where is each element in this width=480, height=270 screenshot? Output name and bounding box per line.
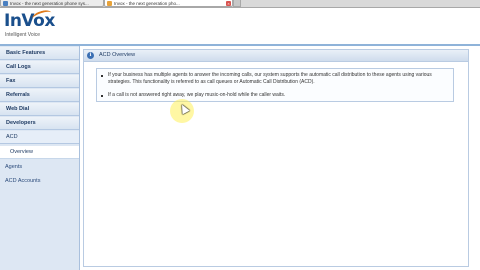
panel-header: i ACD Overview [84,50,468,62]
sidebar-item-agents[interactable]: Agents [0,161,79,174]
favicon-icon [3,1,8,6]
sidebar-item-acd[interactable]: ACD [0,131,79,144]
browser-tab-active[interactable]: Invox - the next generation pho... × [104,0,233,7]
sidebar-item-acd-accounts[interactable]: ACD Accounts [0,175,79,188]
new-tab-button[interactable] [233,0,241,7]
logo-tagline: Intelligent Voice [5,32,41,38]
sidebar-item-call-logs[interactable]: Call Logs [0,61,79,74]
browser-tab-label: Invox - the next generation phone sys... [10,1,89,6]
bullet-icon [101,95,103,97]
close-tab-icon[interactable]: × [226,1,231,6]
sidebar-item-overview[interactable]: Overview [0,146,79,159]
info-icon: i [87,52,94,59]
overview-paragraph: If your business has multiple agents to … [108,72,432,85]
sidebar-item-web-dial[interactable]: Web Dial [0,103,79,116]
sidebar-item-referrals[interactable]: Referrals [0,89,79,102]
music-on-hold-paragraph: If a call is not answered right away, we… [108,92,286,98]
app-header [0,8,480,44]
sidebar-item-fax[interactable]: Fax [0,75,79,88]
browser-tab[interactable]: Invox - the next generation phone sys... [0,0,104,7]
panel-title: ACD Overview [99,52,136,58]
bullet-icon [101,75,103,77]
sidebar-item-basic-features[interactable]: Basic Features [0,47,79,60]
browser-tab-label: Invox - the next generation pho... [114,1,180,6]
acd-overview-box: If your business has multiple agents to … [96,68,454,102]
sidebar-item-developers[interactable]: Developers [0,117,79,130]
sidebar: Basic Features Call Logs Fax Referrals W… [0,46,80,270]
browser-tab-strip: Invox - the next generation phone sys...… [0,0,480,8]
favicon-icon [107,1,112,6]
